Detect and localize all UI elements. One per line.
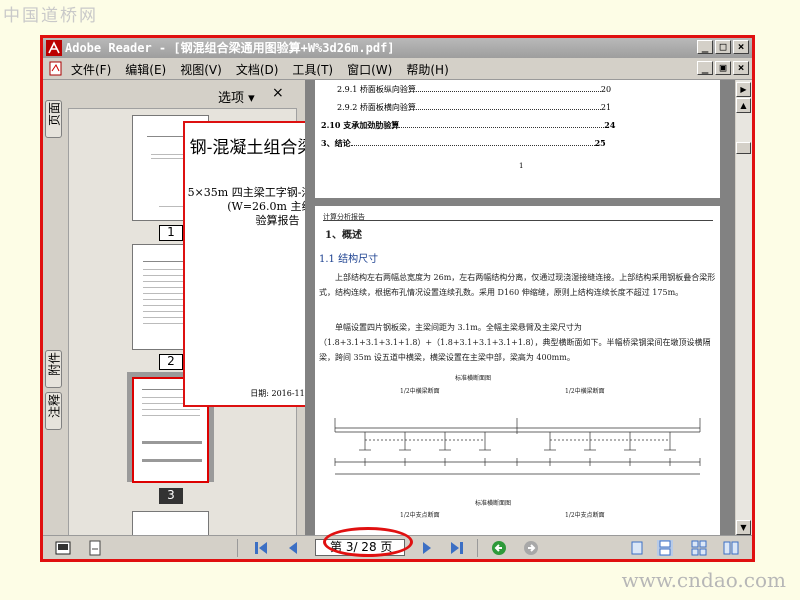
menu-file[interactable]: 文件(F) — [71, 61, 111, 78]
watermark-top: 中国道桥网 — [3, 6, 98, 26]
facing-continuous-icon[interactable] — [691, 540, 707, 556]
continuous-page-icon[interactable] — [657, 540, 673, 556]
menu-bar: 文件(F) 编辑(E) 视图(V) 文档(D) 工具(T) 窗口(W) 帮助(H… — [43, 58, 752, 80]
window-title: Adobe Reader - [钢混组合梁通用图验算+W%3d26m.pdf] — [65, 41, 395, 55]
tab-comments[interactable]: 注释 — [45, 392, 62, 430]
cross-section-drawing — [334, 418, 701, 475]
figure-label-1: 1/2中横梁断面 — [400, 388, 440, 395]
toc-line-2[interactable]: 2.9.2 桥面板横向验算 21 — [337, 102, 611, 113]
document-page-3: 计算分析报告 1、概述 1.1 结构尺寸 上部结构左右两幅总宽度为 26m，左右… — [315, 206, 720, 535]
section-title: 1、概述 — [325, 230, 362, 241]
page-number-highlight — [323, 527, 413, 557]
figure-caption: 标准横断面图 — [475, 500, 512, 507]
facing-pages-icon[interactable] — [723, 540, 739, 556]
document-view[interactable]: 2.9.1 桥面板纵向验算 20 2.9.2 桥面板横向验算 21 2.10 支承加… — [305, 80, 735, 535]
doc-minimize-button[interactable]: _ — [697, 61, 713, 75]
adobe-reader-window: Adobe Reader - [钢混组合梁通用图验算+W%3d26m.pdf] … — [40, 35, 755, 562]
title-bar[interactable]: Adobe Reader - [钢混组合梁通用图验算+W%3d26m.pdf] … — [43, 38, 752, 58]
menu-help[interactable]: 帮助(H) — [406, 61, 448, 78]
doc-close-button[interactable]: × — [733, 61, 749, 75]
watermark-bottom: www.cndao.com — [621, 568, 786, 592]
page-number-1[interactable]: 1 — [159, 225, 183, 241]
tab-pages[interactable]: 页面 — [45, 100, 62, 138]
page-number-3[interactable]: 3 — [159, 488, 183, 504]
figure-label-2: 1/2中横梁断面 — [565, 388, 605, 395]
document-scrollbar[interactable]: ▶ ▲ ▼ — [736, 80, 752, 535]
last-page-icon[interactable] — [449, 540, 465, 556]
next-page-icon[interactable] — [419, 540, 435, 556]
doc-scroll-thumb[interactable] — [736, 142, 751, 154]
doc-scroll-up-icon[interactable]: ▲ — [736, 98, 751, 113]
figure-title: 标准横断面图 — [455, 375, 492, 382]
paragraph-1: 上部结构左右两幅总宽度为 26m，左右两幅结构分离，仅通过现浇湿接缝连接。上部结… — [319, 273, 716, 297]
page-forward-icon[interactable]: ▶ — [736, 82, 751, 97]
navigation-tabs: 页面 附件 注释 — [43, 80, 65, 535]
maximize-button[interactable]: □ — [715, 40, 731, 54]
toc-line-3[interactable]: 2.10 支承加劲肋验算 24 — [321, 120, 615, 131]
next-view-icon[interactable] — [523, 540, 539, 556]
toc-line-1[interactable]: 2.9.1 桥面板纵向验算 20 — [337, 84, 611, 95]
menu-window[interactable]: 窗口(W) — [347, 61, 392, 78]
first-page-icon[interactable] — [253, 540, 269, 556]
doc-scroll-down-icon[interactable]: ▼ — [736, 520, 751, 535]
document-page-2: 2.9.1 桥面板纵向验算 20 2.9.2 桥面板横向验算 21 2.10 支承加… — [315, 80, 720, 198]
page-number-2[interactable]: 2 — [159, 354, 183, 370]
toc-line-4[interactable]: 3、结论 25 — [321, 138, 606, 149]
figure-label-3: 1/2中支点断面 — [400, 512, 440, 519]
minimize-button[interactable]: _ — [697, 40, 713, 54]
figure-label-4: 1/2中支点断面 — [565, 512, 605, 519]
page-size-icon[interactable] — [55, 540, 71, 556]
panel-close-icon[interactable]: × — [272, 85, 284, 101]
previous-view-icon[interactable] — [491, 540, 507, 556]
close-button[interactable]: × — [733, 40, 749, 54]
menu-document[interactable]: 文档(D) — [236, 61, 279, 78]
page-footer-number: 1 — [519, 162, 524, 170]
subsection-title: 1.1 结构尺寸 — [319, 254, 379, 265]
menu-view[interactable]: 视图(V) — [180, 61, 222, 78]
single-page-icon[interactable] — [629, 540, 645, 556]
tab-attachments[interactable]: 附件 — [45, 350, 62, 388]
document-icon[interactable] — [49, 61, 63, 76]
menu-edit[interactable]: 编辑(E) — [125, 61, 166, 78]
document-status-icon[interactable] — [87, 540, 103, 556]
doc-restore-button[interactable]: ▣ — [715, 61, 731, 75]
menu-tools[interactable]: 工具(T) — [292, 61, 333, 78]
paragraph-2: 单幅设置四片钢板梁，主梁间距为 3.1m。全幅主梁悬臂及主梁尺寸为（1.8+3.… — [319, 323, 711, 362]
page-header: 计算分析报告 — [323, 213, 365, 221]
adobe-reader-icon — [46, 40, 62, 56]
previous-page-icon[interactable] — [285, 540, 301, 556]
options-menu[interactable]: 选项 ▾ — [218, 87, 255, 106]
